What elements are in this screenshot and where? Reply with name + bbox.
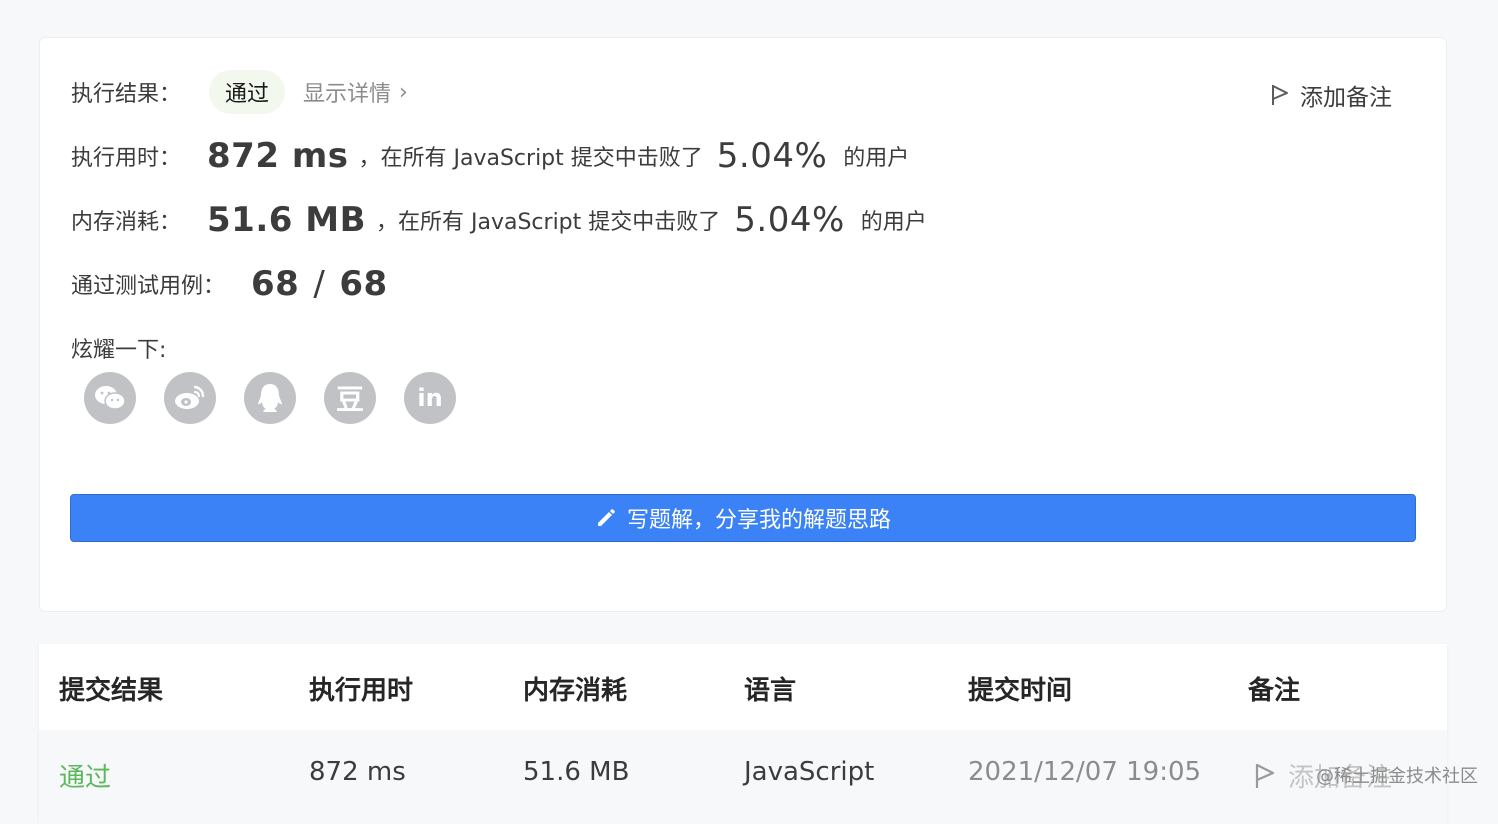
share-row: 炫耀一下: xyxy=(71,332,166,364)
tests-total: 68 xyxy=(339,264,388,304)
runtime-label: 执行用时： xyxy=(71,146,182,171)
tests-label: 通过测试用例： xyxy=(71,274,226,299)
share-linkedin-button[interactable]: in xyxy=(404,372,456,424)
wechat-icon xyxy=(95,386,126,410)
watermark: @稀土掘金技术社区 xyxy=(1316,766,1478,787)
memory-label: 内存消耗： xyxy=(71,210,182,235)
share-buttons: 豆 in xyxy=(84,372,456,424)
table-header: 提交结果 执行用时 内存消耗 语言 提交时间 备注 xyxy=(39,644,1447,731)
flag-icon xyxy=(1272,85,1288,105)
douban-icon: 豆 xyxy=(335,383,364,416)
memory-suffix: 的用户 xyxy=(860,210,927,235)
weibo-icon xyxy=(175,385,205,409)
submissions-table: 提交结果 执行用时 内存消耗 语言 提交时间 备注 通过 872 ms 51.6… xyxy=(39,644,1447,824)
add-note-button[interactable]: 添加备注 xyxy=(1270,78,1392,112)
header-note: 备注 xyxy=(1248,676,1301,706)
qq-icon xyxy=(258,384,282,412)
share-weibo-button[interactable] xyxy=(164,372,216,424)
header-time: 提交时间 xyxy=(968,676,1073,706)
header-runtime: 执行用时 xyxy=(309,676,414,706)
show-details-link[interactable]: 显示详情 › xyxy=(303,76,408,108)
row-language: JavaScript xyxy=(744,757,875,787)
share-wechat-button[interactable] xyxy=(84,372,136,424)
runtime-row: 执行用时： 872 ms ，在所有 JavaScript 提交中击败了 5.04… xyxy=(71,136,909,176)
runtime-suffix: 的用户 xyxy=(843,146,910,171)
add-note-label: 添加备注 xyxy=(1300,85,1392,111)
row-memory: 51.6 MB xyxy=(523,757,630,787)
pencil-icon xyxy=(597,509,615,526)
runtime-percent: 5.04% xyxy=(716,136,828,176)
runtime-beat-text: ，在所有 JavaScript 提交中击败了 xyxy=(358,146,703,171)
share-douban-button[interactable]: 豆 xyxy=(324,372,376,424)
chevron-right-icon: › xyxy=(399,79,408,105)
result-label: 执行结果： xyxy=(71,82,182,107)
header-memory: 内存消耗 xyxy=(523,676,628,706)
result-row: 执行结果： 通过 显示详情 › xyxy=(71,70,408,114)
memory-percent: 5.04% xyxy=(734,200,845,240)
show-details-label: 显示详情 xyxy=(303,82,392,107)
write-solution-button[interactable]: 写题解，分享我的解题思路 xyxy=(70,494,1416,542)
row-runtime: 872 ms xyxy=(309,757,406,787)
tests-passed: 68 xyxy=(251,264,300,304)
header-language: 语言 xyxy=(744,676,797,706)
memory-row: 内存消耗： 51.6 MB ，在所有 JavaScript 提交中击败了 5.0… xyxy=(71,200,927,240)
submission-result-card: 执行结果： 通过 显示详情 › 添加备注 执行用时： 872 ms ，在所有 J… xyxy=(39,37,1447,612)
flag-icon xyxy=(1255,763,1275,788)
write-solution-label: 写题解，分享我的解题思路 xyxy=(626,508,891,533)
header-result: 提交结果 xyxy=(59,676,164,706)
memory-value: 51.6 MB xyxy=(207,200,366,240)
row-result-link[interactable]: 通过 xyxy=(59,757,111,794)
linkedin-icon: in xyxy=(417,384,443,412)
tests-row: 通过测试用例： 68 / 68 xyxy=(71,264,388,304)
row-time: 2021/12/07 19:05 xyxy=(968,757,1202,787)
runtime-value: 872 ms xyxy=(207,136,349,176)
share-label: 炫耀一下: xyxy=(71,338,167,363)
status-badge: 通过 xyxy=(209,70,286,114)
memory-beat-text: ，在所有 JavaScript 提交中击败了 xyxy=(376,210,721,235)
share-qq-button[interactable] xyxy=(244,372,296,424)
tests-separator: / xyxy=(313,264,326,304)
